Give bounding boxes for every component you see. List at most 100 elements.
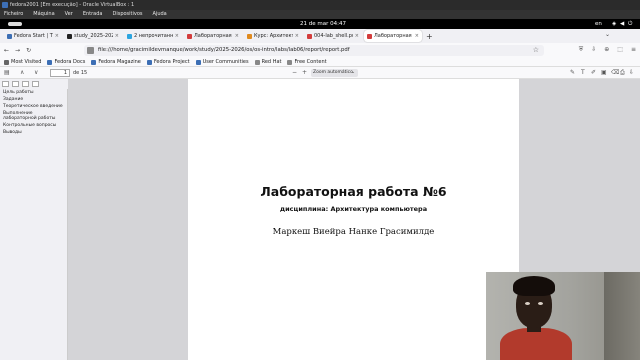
browser-tab[interactable]: study_2025-2026_os-in×	[64, 30, 122, 42]
tab-label: Лабораторная работа №	[374, 33, 413, 39]
tab-label: 2 непрочитанных чата	[134, 33, 173, 39]
outline-sidebar: Цель работы Задание Теоретическое введение…	[0, 89, 68, 360]
outline-item[interactable]: Задание	[0, 96, 67, 103]
bookmark-icon	[287, 59, 293, 65]
workspace-indicator[interactable]	[8, 22, 22, 26]
tab-list-icon[interactable]: ⌄	[605, 31, 610, 38]
virtualbox-icon	[2, 2, 8, 8]
webcam-overlay	[486, 272, 640, 360]
attachments-view-icon[interactable]	[22, 81, 29, 87]
draw-icon[interactable]: ✐	[591, 69, 596, 77]
bookmark-label: User Communities	[202, 58, 249, 65]
gnome-top-bar: 21 de mar 04:47 en ◈ ◀ ⏻	[0, 19, 640, 29]
menu-ver[interactable]: Ver	[65, 10, 73, 19]
close-icon[interactable]: ×	[115, 33, 119, 39]
outline-item[interactable]: Теоретическое введение	[0, 103, 67, 110]
menu-ajuda[interactable]: Ajuda	[153, 10, 167, 19]
vbox-title-bar: fedora2001 [Em execução] - Oracle Virtua…	[0, 0, 640, 10]
browser-tab[interactable]: 004-lab_shell.pdf ×	[304, 30, 362, 42]
bookmark-icon	[91, 59, 97, 65]
outline-view-icon[interactable]	[12, 81, 19, 87]
tab-favicon-icon	[7, 33, 12, 39]
webcam-person-hair	[513, 276, 555, 296]
webcam-door	[604, 272, 640, 360]
bookmark-item[interactable]: Fedora Magazine	[91, 58, 141, 66]
menu-entrada[interactable]: Entrada	[83, 10, 103, 19]
tab-label: study_2025-2026_os-in	[74, 33, 113, 39]
close-icon[interactable]: ×	[235, 33, 239, 39]
close-icon[interactable]: ×	[295, 33, 299, 39]
zoom-in-icon[interactable]: +	[302, 69, 307, 77]
bookmark-item[interactable]: Fedora Project	[146, 58, 190, 66]
bookmark-item[interactable]: Red Hat	[254, 58, 281, 66]
vbox-menu-bar: Ficheiro Máquina Ver Entrada Dispositivo…	[0, 10, 640, 19]
menu-maquina[interactable]: Máquina	[33, 10, 54, 19]
tab-favicon-icon	[127, 33, 132, 39]
bookmark-item[interactable]: Free Content	[287, 58, 327, 66]
browser-tab[interactable]: Курс: Архитектура ко×	[244, 30, 302, 42]
reload-icon[interactable]: ↻	[26, 47, 31, 54]
highlight-icon[interactable]: ✎	[570, 69, 575, 77]
new-tab-button[interactable]: +	[426, 32, 433, 41]
tab-favicon-icon	[67, 33, 72, 39]
clock[interactable]: 21 de mar 04:47	[300, 19, 346, 29]
vbox-window-title: fedora2001 [Em execução] - Oracle Virtua…	[10, 2, 135, 8]
tab-favicon-icon	[247, 33, 252, 39]
account-icon[interactable]: ⊕	[604, 46, 609, 54]
document-subtitle: дисциплина: Архитектура компьютера	[279, 205, 428, 213]
page-number-input[interactable]: 1	[50, 69, 70, 77]
toolbar-right-icons: ⛨ ⇩ ⊕ ⬚ ≡	[579, 46, 636, 54]
close-icon[interactable]: ×	[355, 33, 359, 39]
outline-item[interactable]: Цель работы	[0, 89, 67, 96]
prev-page-icon[interactable]: ∧	[20, 69, 24, 77]
bookmark-star-icon[interactable]: ☆	[533, 45, 539, 56]
close-icon[interactable]: ×	[55, 33, 59, 39]
menu-icon[interactable]: ≡	[631, 46, 636, 54]
browser-tab[interactable]: Лабораторная работа №×	[184, 30, 242, 42]
menu-ficheiro[interactable]: Ficheiro	[4, 10, 23, 19]
url-text[interactable]: file:///home/gracimildevmanque/work/stud…	[98, 47, 350, 53]
webcam-person-body	[500, 328, 572, 360]
zoom-select[interactable]: Zoom automático ⌄	[311, 69, 358, 77]
browser-tab-bar: Fedora Start | The Fedo×study_2025-2026_…	[0, 29, 640, 43]
back-icon[interactable]: ←	[4, 47, 9, 54]
print-icon[interactable]: ⎙	[620, 69, 625, 77]
downloads-icon[interactable]: ⇩	[591, 46, 596, 54]
bookmark-item[interactable]: Fedora Docs	[47, 58, 85, 66]
bookmark-label: Free Content	[294, 58, 327, 65]
outline-item[interactable]: Контрольные вопросы	[0, 122, 67, 129]
close-icon[interactable]: ×	[415, 33, 419, 39]
browser-tab[interactable]: Лабораторная работа №×	[364, 30, 422, 42]
bookmark-label: Fedora Magazine	[98, 58, 141, 65]
thumbnails-view-icon[interactable]	[2, 81, 9, 87]
sidebar-toggle-icon[interactable]: ▤	[4, 69, 10, 77]
outline-item[interactable]: Выводы	[0, 129, 67, 136]
next-page-icon[interactable]: ∨	[34, 69, 38, 77]
sidebar-view-buttons	[0, 79, 68, 89]
layers-view-icon[interactable]	[32, 81, 39, 87]
url-bar[interactable]: file:///home/gracimildevmanque/work/stud…	[84, 45, 544, 56]
input-language[interactable]: en	[595, 19, 602, 29]
outline-item[interactable]: Выполнение лабораторной работы	[0, 110, 67, 122]
browser-tab[interactable]: 2 непрочитанных чата×	[124, 30, 182, 42]
zoom-select-value: Zoom automático	[313, 70, 353, 75]
browser-tab[interactable]: Fedora Start | The Fedo×	[4, 30, 62, 42]
extensions-icon[interactable]: ⬚	[617, 46, 623, 54]
image-icon[interactable]: ▣	[601, 69, 607, 77]
zoom-out-icon[interactable]: −	[292, 69, 297, 77]
bookmark-item[interactable]: User Communities	[195, 58, 249, 66]
save-icon[interactable]: ⇩	[629, 69, 634, 77]
system-menu-icons[interactable]: ◈ ◀ ⏻	[612, 19, 633, 29]
close-icon[interactable]: ×	[175, 33, 179, 39]
menu-dispositivos[interactable]: Dispositivos	[112, 10, 142, 19]
tab-favicon-icon	[367, 33, 372, 39]
file-icon	[87, 47, 94, 54]
erase-icon[interactable]: ⌫	[611, 69, 619, 77]
pocket-icon[interactable]: ⛨	[579, 46, 584, 54]
forward-icon[interactable]: →	[15, 47, 20, 54]
tab-label: Курс: Архитектура ко	[254, 33, 293, 39]
pdf-toolbar: ▤ ∧ ∨ 1 de 15 − + Zoom automático ⌄ ✎ T …	[0, 67, 640, 79]
tab-favicon-icon	[187, 33, 192, 39]
text-tool-icon[interactable]: T	[581, 69, 585, 77]
bookmark-item[interactable]: Most Visited	[4, 58, 41, 66]
